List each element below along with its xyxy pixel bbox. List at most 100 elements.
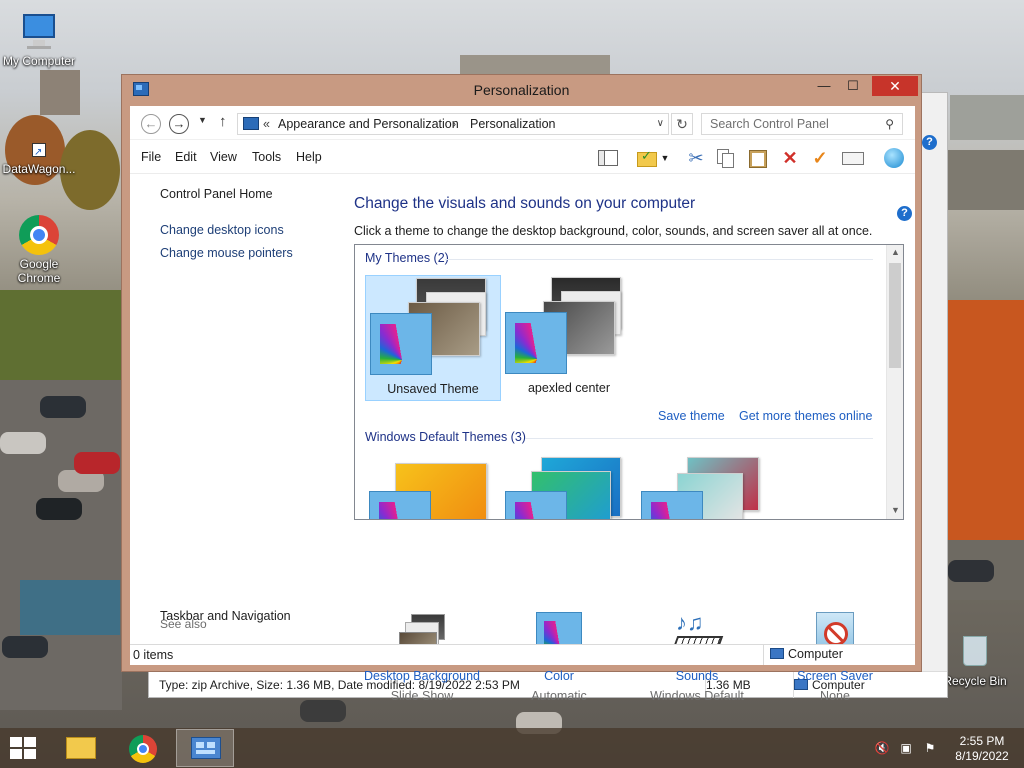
delete-icon[interactable]: ✕	[778, 147, 802, 169]
paste-icon[interactable]	[746, 147, 770, 169]
page-heading: Change the visuals and sounds on your co…	[354, 195, 696, 212]
windows-default-themes-header[interactable]: Windows Default Themes (3)	[365, 430, 526, 444]
color-label[interactable]: Color	[489, 669, 629, 683]
theme-tile-apexled-center[interactable]: apexled center	[501, 275, 637, 401]
search-icon: ⚲	[885, 117, 894, 131]
color-palette-icon	[641, 491, 703, 519]
desktop-icon-label: Google Chrome	[17, 257, 61, 285]
desktop-background-value: Slide Show	[390, 689, 454, 703]
desktop-icon-label: DataWagon...	[2, 162, 76, 176]
taskbar-file-explorer[interactable]	[52, 729, 110, 767]
theme-list[interactable]: My Themes (2) Unsaved Theme apexled cent…	[354, 244, 904, 520]
address-dropdown-button[interactable]: ∨	[657, 114, 664, 134]
menu-help[interactable]: Help	[296, 150, 322, 164]
color-palette-icon	[505, 312, 567, 374]
menu-tools[interactable]: Tools	[252, 150, 281, 164]
my-themes-header[interactable]: My Themes (2)	[365, 251, 449, 265]
volume-muted-icon[interactable]: 🔇	[874, 741, 890, 755]
clock-date: 8/19/2022	[955, 749, 1009, 763]
copy-icon[interactable]	[714, 147, 738, 169]
search-input[interactable]: Search Control Panel ⚲	[701, 113, 903, 135]
theme-tile-unsaved-theme[interactable]: Unsaved Theme	[365, 275, 501, 401]
window-title: Personalization	[473, 82, 570, 98]
minimize-button[interactable]: —	[810, 76, 838, 96]
forward-button[interactable]: →	[169, 114, 189, 134]
window-client-area: ← → ▼ ↑ « Appearance and Personalization…	[130, 106, 915, 703]
chrome-icon	[129, 735, 157, 763]
recycle-bin-icon	[955, 632, 995, 672]
taskbar: 🔇 ▣ ⚑ 2:55 PM 8/19/2022	[0, 728, 1024, 768]
desktop-background-label[interactable]: Desktop Background	[352, 669, 492, 683]
theme-tile-windows[interactable]	[365, 457, 501, 519]
up-button[interactable]: ↑	[219, 113, 227, 130]
computer-icon	[770, 648, 784, 659]
system-clock[interactable]: 2:55 PM 8/19/2022	[948, 734, 1016, 764]
screen-saver-label[interactable]: Screen Saver	[765, 669, 905, 683]
control-panel-icon	[191, 737, 221, 759]
theme-name: Unsaved Theme	[387, 382, 479, 396]
screen-saver-value: None	[820, 689, 850, 703]
personalization-window[interactable]: Personalization — ☐ ✕ ← → ▼ ↑ « Appearan…	[121, 74, 922, 703]
scroll-up-arrow[interactable]: ▲	[887, 247, 903, 257]
shortcut-icon: ↗	[29, 140, 49, 160]
help-icon[interactable]: ?	[922, 135, 937, 150]
desktop-icon-google-chrome[interactable]: Google Chrome	[0, 215, 78, 285]
status-bar: 0 items Computer	[130, 644, 915, 665]
breadcrumb-separator[interactable]: ›	[452, 114, 456, 134]
theme-list-scrollbar[interactable]: ▲ ▼	[886, 245, 903, 519]
help-icon[interactable]: ?	[897, 206, 912, 221]
folder-icon	[66, 737, 96, 759]
start-button[interactable]	[10, 737, 38, 761]
group-divider	[445, 259, 873, 260]
address-bar[interactable]: « Appearance and Personalization › Perso…	[237, 113, 669, 135]
maximize-button[interactable]: ☐	[839, 76, 867, 96]
cut-icon[interactable]: ✂	[684, 147, 708, 169]
address-overflow-chevron[interactable]: «	[263, 114, 270, 134]
save-theme-link[interactable]: Save theme	[658, 409, 725, 423]
group-divider	[525, 438, 873, 439]
scroll-down-arrow[interactable]: ▼	[887, 505, 903, 515]
scroll-thumb[interactable]	[889, 263, 901, 368]
breadcrumb-appearance-and-personalization[interactable]: Appearance and Personalization	[278, 114, 459, 134]
clock-time: 2:55 PM	[959, 734, 1005, 748]
menu-edit[interactable]: Edit	[175, 150, 197, 164]
navigation-bar: ← → ▼ ↑ « Appearance and Personalization…	[130, 106, 915, 140]
sounds-value: Windows Default	[650, 689, 744, 703]
breadcrumb-personalization[interactable]: Personalization	[470, 114, 555, 134]
desktop-icon-datawagon[interactable]: ↗ DataWagon...	[0, 140, 78, 176]
page-description: Click a theme to change the desktop back…	[354, 224, 873, 238]
close-button[interactable]: ✕	[872, 76, 918, 96]
back-button[interactable]: ←	[141, 114, 161, 134]
layout-pane-icon[interactable]	[596, 147, 620, 169]
windows-logo-pane	[10, 737, 22, 747]
folder-options-dropdown[interactable]: ▼	[659, 147, 671, 169]
change-desktop-icons-link[interactable]: Change desktop icons	[160, 223, 284, 237]
preview-pane-icon[interactable]	[841, 147, 865, 169]
chrome-icon	[19, 215, 59, 255]
taskbar-and-navigation-link[interactable]: Taskbar and Navigation	[160, 609, 291, 623]
action-center-icon[interactable]: ⚑	[922, 741, 938, 755]
folder-check-icon[interactable]: ✓	[635, 147, 659, 169]
recent-locations-dropdown[interactable]: ▼	[198, 115, 207, 125]
title-bar[interactable]: Personalization — ☐ ✕	[122, 75, 921, 105]
get-more-themes-online-link[interactable]: Get more themes online	[739, 409, 872, 423]
change-mouse-pointers-link[interactable]: Change mouse pointers	[160, 246, 293, 260]
menu-bar: File Edit View Tools Help ✓ ▼ ✂ ✕ ✓	[130, 140, 915, 174]
menu-view[interactable]: View	[210, 150, 237, 164]
desktop-icon-label: My Computer	[2, 54, 76, 68]
menu-file[interactable]: File	[141, 150, 161, 164]
theme-name: apexled center	[527, 381, 610, 395]
windows-logo-pane	[10, 749, 22, 759]
shell-globe-icon[interactable]	[882, 147, 906, 169]
properties-check-icon[interactable]: ✓	[808, 147, 832, 169]
color-palette-icon	[505, 491, 567, 519]
theme-tile-lines-and-colors[interactable]	[501, 457, 637, 519]
desktop-icon-my-computer[interactable]: My Computer	[0, 12, 78, 68]
sounds-label[interactable]: Sounds	[627, 669, 767, 683]
network-icon[interactable]: ▣	[898, 741, 914, 755]
theme-tile-flowers[interactable]	[637, 457, 773, 519]
taskbar-control-panel[interactable]	[176, 729, 234, 767]
control-panel-home-link[interactable]: Control Panel Home	[160, 187, 273, 201]
taskbar-google-chrome[interactable]	[114, 729, 172, 767]
refresh-button[interactable]: ↻	[671, 113, 693, 135]
